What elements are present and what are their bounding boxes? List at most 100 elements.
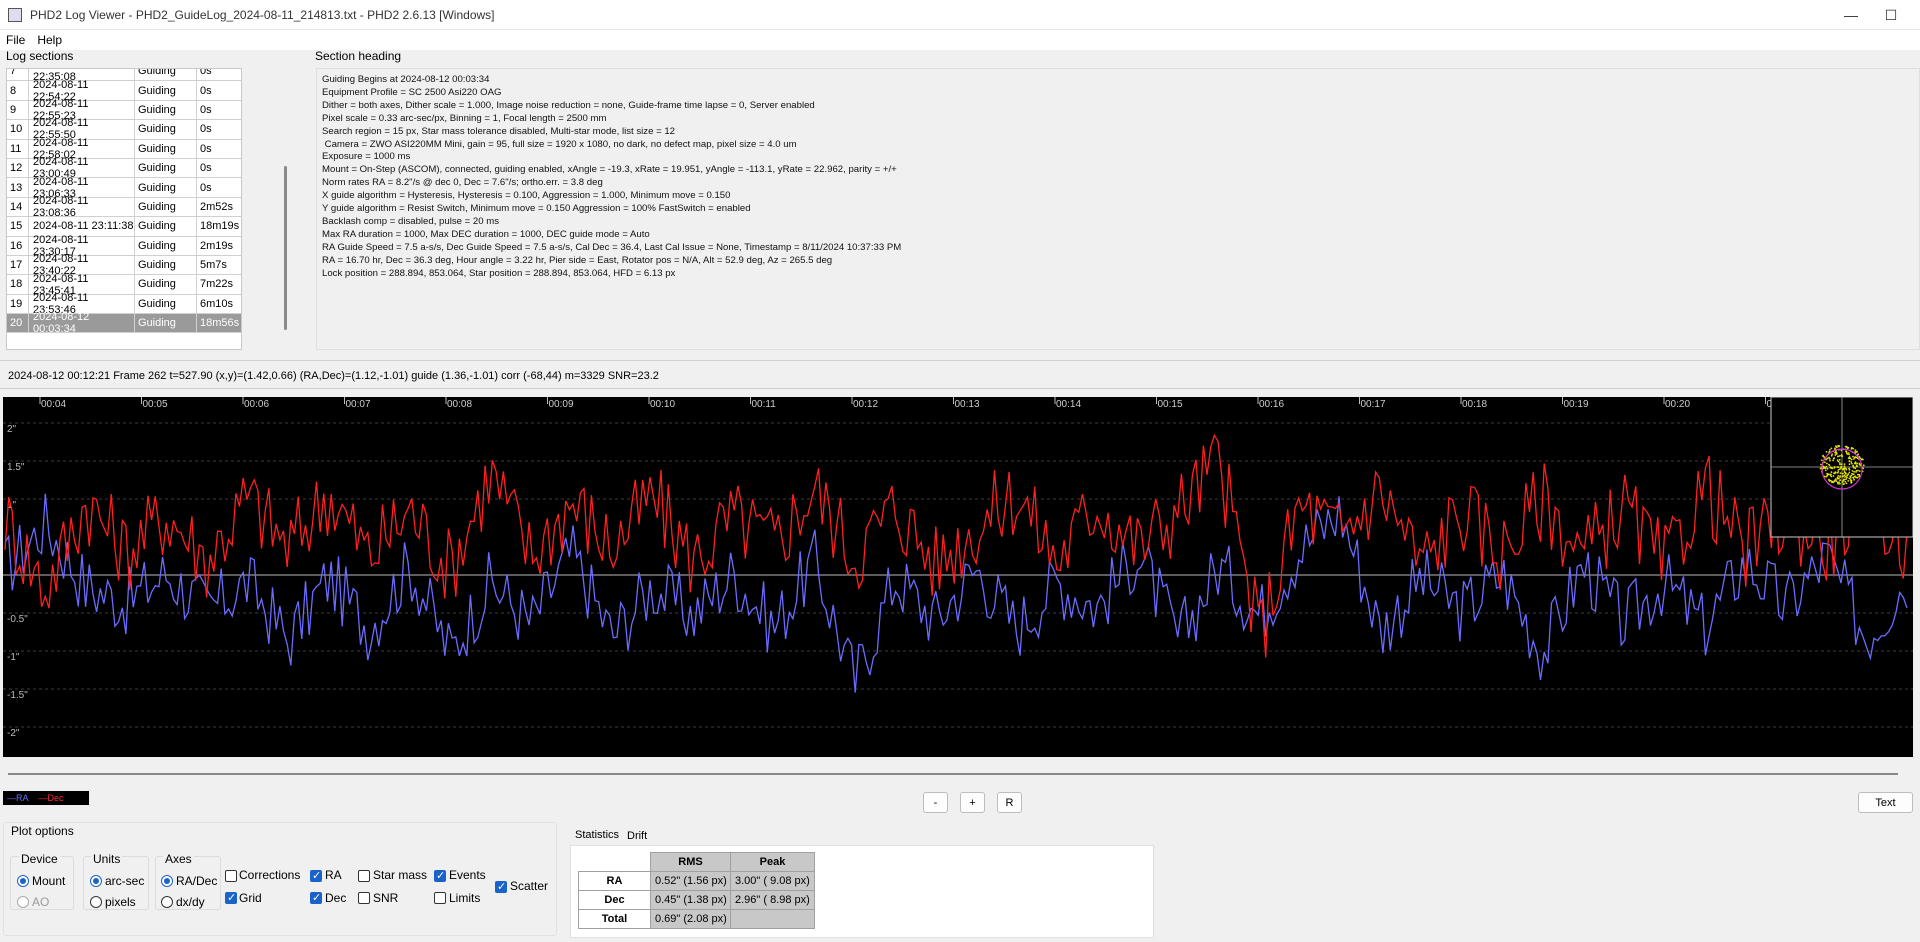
scatter-point	[1836, 472, 1839, 474]
maximize-button[interactable]: ☐	[1868, 0, 1914, 30]
log-sections-scrollbar[interactable]	[282, 68, 290, 350]
scatter-point	[1835, 480, 1838, 482]
grid-checkbox[interactable]	[225, 891, 237, 904]
scatter-point	[1845, 482, 1848, 485]
scatter-point	[1853, 470, 1855, 473]
zoom-out-button[interactable]: -	[923, 792, 948, 813]
log-sections-label: Log sections	[6, 49, 74, 63]
dxdy-radio[interactable]	[161, 896, 173, 908]
tab-statistics[interactable]: Statistics	[570, 826, 624, 844]
scatter-point	[1846, 446, 1848, 449]
section-heading-label: Section heading	[315, 49, 402, 63]
scatter-point	[1853, 478, 1855, 481]
log-sections-rows: 72024-08-11 22:35:08Guiding0s82024-08-11…	[7, 69, 241, 335]
heading-line: Guiding Begins at 2024-08-12 00:03:34	[322, 74, 490, 85]
heading-line: Lock position = 288.894, 853.064, Star p…	[322, 267, 676, 279]
scatter-point	[1834, 454, 1837, 456]
scatter-point	[1850, 458, 1853, 461]
grid-label: Grid	[239, 891, 262, 905]
ra-checkbox[interactable]	[310, 869, 322, 882]
x-tick-label: 00:11	[752, 399, 777, 410]
row-duration: 0s	[197, 140, 241, 158]
tab-drift[interactable]: Drift	[622, 827, 652, 845]
corrections-checkbox[interactable]	[225, 870, 237, 882]
scatter-point	[1828, 478, 1830, 481]
scatter-point	[1855, 470, 1858, 472]
reset-zoom-button[interactable]: R	[997, 792, 1022, 813]
scrollbar-thumb[interactable]	[284, 166, 287, 330]
text-button[interactable]: Text	[1858, 792, 1913, 813]
scatter-point	[1854, 462, 1857, 465]
scatter-point	[1854, 449, 1857, 451]
scatter-point	[1838, 477, 1840, 480]
graph-legend: —RA —Dec	[3, 791, 89, 805]
guide-graph[interactable]: 2" 1.5" 1" -0.5" -1" -1.5" -2" 00:04 00:05 00:06 0…	[3, 397, 1913, 757]
scatter-point	[1829, 479, 1832, 482]
scatter-point	[1838, 455, 1841, 457]
list-item[interactable]: 20 2024-08-12 00:03:34 Guiding 18m56s	[7, 311, 241, 335]
snr-label: SNR	[373, 891, 399, 905]
snr-checkbox[interactable]	[358, 892, 370, 904]
row-number: 13	[7, 178, 29, 197]
limits-checkbox[interactable]	[434, 892, 446, 904]
scatter-point	[1841, 481, 1844, 483]
scatter-point	[1838, 481, 1840, 483]
row-type: Guiding	[135, 236, 197, 255]
title-bar: PHD2 Log Viewer - PHD2_GuideLog_2024-08-…	[0, 0, 1920, 30]
row-number: 14	[7, 197, 29, 217]
dec-checkbox[interactable]	[310, 891, 322, 904]
menu-file[interactable]: File	[0, 33, 31, 47]
scatter-point	[1822, 455, 1825, 458]
scatter-point	[1824, 467, 1826, 470]
scatter-point	[1848, 463, 1851, 466]
scatter-point	[1831, 481, 1833, 484]
pixels-radio[interactable]	[90, 896, 102, 908]
row-duration: 6m10s	[197, 295, 241, 313]
scatter-point	[1829, 466, 1832, 468]
x-tick-label: 00:16	[1259, 399, 1284, 410]
scatter-point	[1845, 451, 1848, 453]
heading-line: Norm rates RA = 8.2"/s @ dec 0, Dec = 7.…	[322, 177, 603, 189]
scatter-point	[1848, 467, 1850, 470]
guide-graph-svg: 2"1.5"1"-0.5"-1"-1.5"-2"00:04 00:05 00:06 0…	[3, 397, 1913, 739]
row-duration: 18m56s	[197, 314, 241, 332]
scatter-point	[1832, 459, 1834, 462]
rms-value: 0.52" (1.56 px)	[650, 871, 731, 891]
ao-radio[interactable]	[17, 896, 29, 908]
zoom-in-button[interactable]: +	[960, 792, 985, 813]
radec-radio[interactable]	[161, 875, 173, 887]
arcsec-radio[interactable]	[90, 875, 102, 887]
scatter-point	[1850, 446, 1853, 449]
row-label: Dec	[578, 890, 651, 910]
row-type: Guiding	[135, 197, 197, 217]
statistics-panel: RMS Peak RA 0.52" (1.56 px) 3.00" ( 9.08…	[570, 845, 1154, 938]
scatter-point	[1840, 463, 1843, 466]
x-tick-label: 00:10	[650, 399, 675, 410]
graph-scrollbar[interactable]	[8, 773, 1898, 775]
row-number: 20	[7, 314, 29, 333]
scatter-point	[1834, 451, 1836, 454]
row-number: 12	[7, 158, 29, 178]
list-item[interactable]: 14 2024-08-11 23:08:36 Guiding 2m52s	[7, 195, 241, 219]
statistics-table: RMS Peak RA 0.52" (1.56 px) 3.00" ( 9.08…	[578, 852, 815, 929]
events-label: Events	[449, 868, 486, 882]
scatter-point	[1851, 470, 1854, 472]
scatter-point	[1855, 451, 1857, 454]
scatter-point	[1837, 475, 1840, 477]
row-type: Guiding	[135, 158, 197, 178]
row-type: Guiding	[135, 255, 197, 275]
x-tick-label: 00:12	[853, 399, 878, 410]
scatter-point	[1830, 471, 1833, 473]
scatter-checkbox[interactable]	[495, 880, 507, 893]
menu-help[interactable]: Help	[31, 33, 68, 47]
log-sections-list[interactable]: 72024-08-11 22:35:08Guiding0s82024-08-11…	[6, 68, 242, 350]
y-tick-label: -2"	[7, 728, 20, 739]
scatter-point	[1839, 472, 1842, 474]
peak-value: 2.96" ( 8.98 px)	[730, 890, 815, 910]
mount-radio[interactable]	[17, 875, 29, 887]
star-mass-checkbox[interactable]	[358, 870, 370, 882]
scatter-point	[1854, 456, 1857, 458]
events-checkbox[interactable]	[434, 869, 446, 882]
row-date: 2024-08-12 00:03:34	[29, 311, 135, 335]
row-duration: 18m19s	[197, 217, 241, 235]
